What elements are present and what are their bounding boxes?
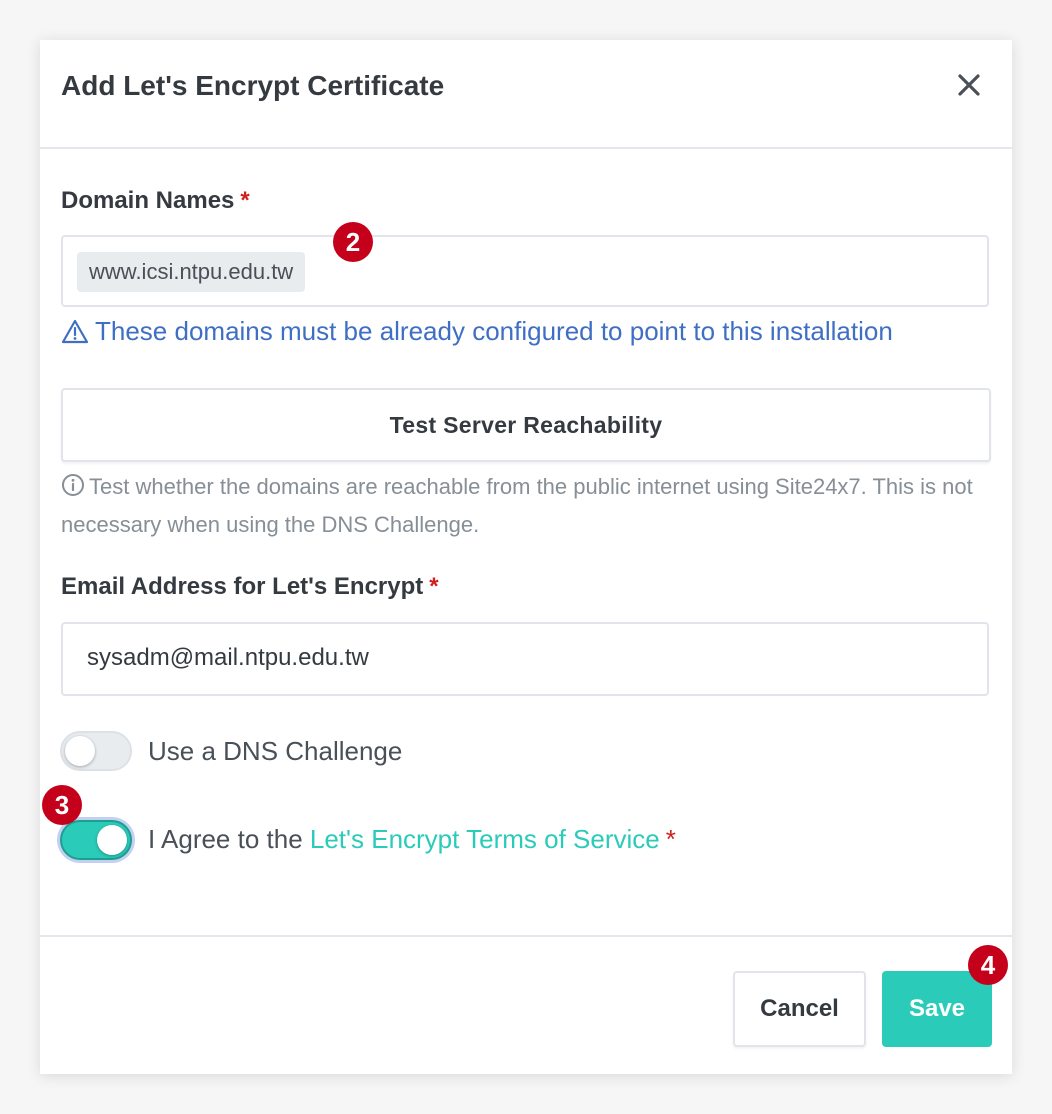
reachability-info: Test whether the domains are reachable f… <box>61 468 991 544</box>
modal-footer: Cancel Save <box>40 935 1012 1076</box>
dns-challenge-toggle[interactable] <box>60 731 132 771</box>
agree-tos-toggle[interactable] <box>60 820 132 860</box>
required-marker: * <box>429 573 439 600</box>
annotation-badge-2: 2 <box>333 222 373 262</box>
modal-title: Add Let's Encrypt Certificate <box>61 70 445 101</box>
close-button[interactable] <box>954 70 984 100</box>
domain-names-label-text: Domain Names <box>61 187 235 214</box>
close-icon <box>958 74 980 96</box>
email-label-text: Email Address for Let's Encrypt <box>61 573 424 600</box>
annotation-badge-3: 3 <box>42 785 82 825</box>
domain-warning-text: These domains must be already configured… <box>95 316 893 346</box>
certificate-modal: Add Let's Encrypt Certificate Domain Nam… <box>40 40 1012 1074</box>
reachability-info-text: Test whether the domains are reachable f… <box>61 474 973 537</box>
toggle-knob <box>65 736 95 766</box>
agree-tos-label: I Agree to the Let's Encrypt Terms of Se… <box>148 824 676 855</box>
domain-names-label: Domain Names * <box>61 187 250 215</box>
warning-triangle-icon <box>61 319 89 343</box>
annotation-badge-4: 4 <box>968 945 1008 985</box>
email-label: Email Address for Let's Encrypt * <box>61 573 439 601</box>
agree-tos-prefix: I Agree to the <box>148 824 310 854</box>
modal-header: Add Let's Encrypt Certificate <box>40 40 1012 149</box>
toggle-knob <box>97 825 127 855</box>
email-field[interactable]: sysadm@mail.ntpu.edu.tw <box>61 622 989 696</box>
required-marker: * <box>665 824 676 854</box>
required-marker: * <box>240 187 250 214</box>
domain-names-input[interactable]: www.icsi.ntpu.edu.tw <box>61 235 989 307</box>
domain-warning: These domains must be already configured… <box>61 316 893 347</box>
test-reachability-button[interactable]: Test Server Reachability <box>61 388 991 462</box>
info-circle-icon <box>62 474 84 496</box>
email-value: sysadm@mail.ntpu.edu.tw <box>87 644 369 671</box>
domain-chip[interactable]: www.icsi.ntpu.edu.tw <box>77 252 306 292</box>
terms-of-service-link[interactable]: Let's Encrypt Terms of Service <box>310 824 660 854</box>
cancel-button[interactable]: Cancel <box>733 971 866 1047</box>
dns-challenge-label: Use a DNS Challenge <box>148 736 403 766</box>
save-button[interactable]: Save <box>882 971 992 1047</box>
